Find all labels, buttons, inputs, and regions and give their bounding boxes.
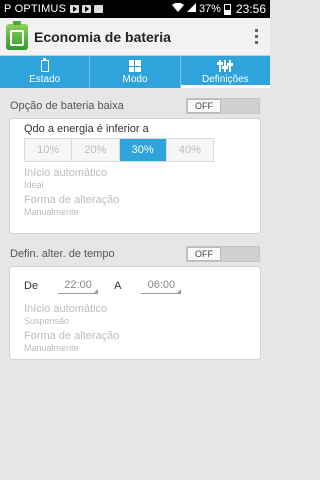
toggle-knob: OFF xyxy=(187,99,221,113)
tab-bar: Estado Modo Definições xyxy=(0,56,271,88)
time-change-card: De 22:00 A 06:00 Início automático Suspe… xyxy=(9,266,261,360)
battery-status-icon xyxy=(223,3,231,15)
threshold-option-30[interactable]: 30% xyxy=(118,139,166,161)
change-mode-value: Manualmente xyxy=(24,207,79,217)
notification-icon xyxy=(94,5,104,13)
tab-label: Definições xyxy=(201,73,249,85)
app-title: Economia de bateria xyxy=(34,28,171,45)
sliders-icon xyxy=(217,60,234,72)
tab-label: Estado xyxy=(29,73,61,85)
tab-label: Modo xyxy=(122,73,148,85)
low-battery-card: Qdo a energia é inferior a 10% 20% 30% 4… xyxy=(9,118,261,234)
time-auto-start-setting[interactable]: Início automático Suspensão xyxy=(24,303,246,326)
threshold-option-10[interactable]: 10% xyxy=(25,139,72,161)
battery-percent: 37% xyxy=(198,3,221,15)
carrier-name: P OPTIMUS xyxy=(4,3,67,15)
auto-start-setting[interactable]: Início automático Ideal xyxy=(24,167,246,190)
overflow-menu-icon[interactable] xyxy=(249,25,264,48)
app-bar: Economia de bateria xyxy=(0,18,270,56)
time-change-row: Defin. alter. de tempo OFF xyxy=(0,242,270,266)
toggle-knob: OFF xyxy=(187,247,221,261)
change-mode-value: Manualmente xyxy=(24,343,79,353)
mode-icon xyxy=(128,60,141,72)
tab-definicoes[interactable]: Definições xyxy=(179,56,271,88)
time-range-row: De 22:00 A 06:00 xyxy=(24,275,246,297)
media-play-icon xyxy=(70,5,80,13)
signal-icon xyxy=(186,3,196,15)
battery-icon xyxy=(40,58,49,72)
low-battery-label: Opção de bateria baixa xyxy=(10,100,124,112)
change-mode-setting[interactable]: Forma de alteração Manualmente xyxy=(24,194,246,217)
media-play-icon-2 xyxy=(82,5,92,13)
tab-estado[interactable]: Estado xyxy=(0,56,89,88)
from-time-field[interactable]: 22:00 xyxy=(58,278,99,294)
low-battery-row: Opção de bateria baixa OFF xyxy=(0,94,270,118)
status-bar: P OPTIMUS 37% 23:56 xyxy=(0,0,270,18)
change-mode-title: Forma de alteração xyxy=(24,194,120,206)
change-mode-title: Forma de alteração xyxy=(24,330,120,342)
to-label: A xyxy=(114,280,122,292)
tab-modo[interactable]: Modo xyxy=(89,56,179,88)
time-change-mode-setting[interactable]: Forma de alteração Manualmente xyxy=(24,330,246,353)
auto-start-title: Início automático xyxy=(24,303,108,315)
time-change-toggle[interactable]: OFF xyxy=(186,246,260,262)
threshold-label: Qdo a energia é inferior a xyxy=(24,123,149,135)
app-logo-icon xyxy=(6,20,28,50)
auto-start-value: Suspensão xyxy=(24,316,70,326)
low-battery-toggle[interactable]: OFF xyxy=(186,98,260,114)
clock: 23:56 xyxy=(235,2,266,16)
time-change-label: Defin. alter. de tempo xyxy=(10,248,115,260)
wifi-icon xyxy=(171,2,184,15)
auto-start-value: Ideal xyxy=(24,180,44,190)
from-label: De xyxy=(24,280,39,292)
auto-start-title: Início automático xyxy=(24,167,108,179)
threshold-option-40[interactable]: 40% xyxy=(165,139,213,161)
to-time-field[interactable]: 06:00 xyxy=(141,278,182,294)
threshold-option-20[interactable]: 20% xyxy=(71,139,119,161)
threshold-selector: 10% 20% 30% 40% xyxy=(24,138,214,162)
